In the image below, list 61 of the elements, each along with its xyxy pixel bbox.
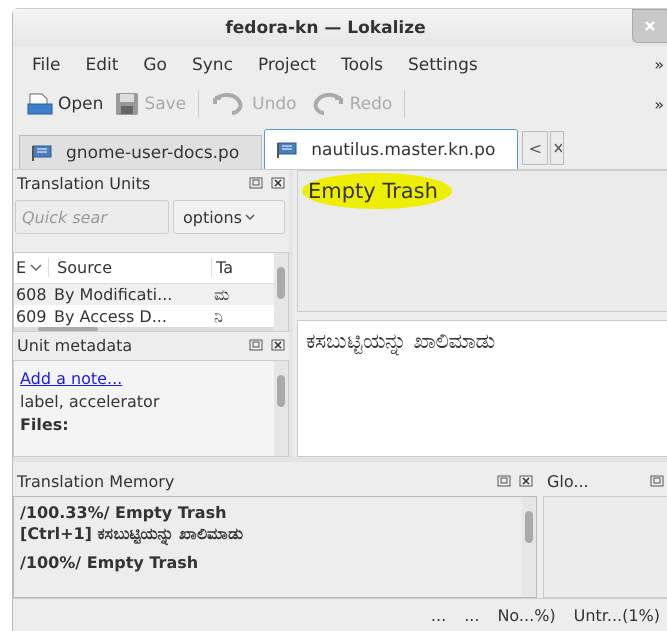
close-icon [644,20,656,32]
sort-icon[interactable] [30,264,42,272]
tab-close-button[interactable] [550,131,564,165]
table-cell-text: 609 [15,306,48,326]
metadata-text: label, accelerator [20,392,160,411]
table-cell-text: By Modificati... [54,284,174,304]
panel-title: Translation Units [17,174,152,192]
close-icon[interactable] [519,475,533,487]
menu-item[interactable]: Go [130,54,179,74]
document-icon [27,92,53,116]
float-icon[interactable] [650,475,664,487]
scrollbar[interactable] [522,497,536,597]
translation-editor[interactable]: ಕಸಬುಟ್ಟಿಯನ್ನು ಖಾಲಿಮಾಡು [297,320,667,457]
scrollbar[interactable] [14,327,274,331]
panel-title: Glo... [547,472,590,490]
menu-item[interactable]: File [19,54,72,74]
options-dropdown[interactable]: options [173,200,285,234]
document-tab[interactable]: nautilus.master.kn.po [264,129,518,169]
close-icon[interactable] [271,177,285,189]
files-label: Files: [20,415,70,434]
status-text: ... [430,606,446,625]
translation-text: ಕಸಬುಟ್ಟಿಯನ್ನು ಖಾಲಿಮಾಡು [306,329,496,353]
tab-scroll-button[interactable]: < [522,131,548,165]
flag-icon [32,144,54,160]
status-text: No...%) [497,606,556,625]
menu-item[interactable]: Sync [178,54,245,74]
menu-item[interactable]: Project [244,54,328,74]
table-cell-text: 608 [15,284,48,304]
memory-entry-text[interactable]: /100%/ Empty Trash [20,553,516,572]
overflow-menu[interactable]: » [654,94,664,114]
table-cell-text: By Access D... [54,306,168,326]
toolbar-button[interactable]: Open [21,92,110,116]
status-text: ... [464,606,480,625]
menu-item[interactable]: Settings [395,54,490,74]
document-tab[interactable]: gnome-user-docs.po [19,135,262,169]
scrollbar[interactable] [274,361,288,456]
column-header[interactable]: Source [48,258,212,278]
scrollbar[interactable] [274,253,288,331]
close-icon[interactable] [271,339,285,351]
overflow-menu[interactable]: » [654,55,664,74]
memory-entry-text[interactable]: /100.33%/ Empty Trash [20,503,516,522]
add-note-link[interactable]: Add a note... [20,369,122,388]
table-cell-text: ಮ [214,284,230,304]
memory-entry-text[interactable]: [Ctrl+1] ಕಸಬುಟ್ಟಿಯನ್ನು ಖಾಲಿಮಾಡು [20,524,516,543]
panel-title: Unit metadata [17,336,134,354]
chevron-down-icon [244,213,255,221]
flag-icon [277,142,300,158]
menu-item[interactable]: Tools [328,54,395,74]
status-text: Untr...(1%) [574,606,660,625]
source-text: Empty Trash [302,173,452,209]
menu-item[interactable]: Edit [72,54,130,74]
window-title: fedora-kn — Lokalize [225,18,426,38]
column-header[interactable]: E [14,258,28,278]
float-icon[interactable] [249,177,263,189]
column-header[interactable]: Ta [211,258,238,278]
panel-title: Translation Memory [17,472,176,490]
table-cell-text: ನಿ [214,306,224,326]
float-icon[interactable] [497,475,511,487]
float-icon[interactable] [249,339,263,351]
close-icon [554,143,562,153]
search-field[interactable]: Quick sear [15,200,169,234]
